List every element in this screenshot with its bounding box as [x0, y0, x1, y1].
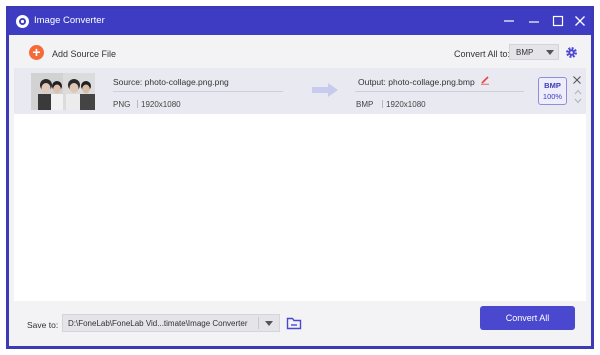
convert-all-button[interactable]: Convert All — [480, 306, 575, 330]
save-path-value: D:\FoneLab\FoneLab Vid...timate\Image Co… — [68, 319, 248, 328]
close-icon[interactable] — [572, 13, 588, 29]
source-resolution-value: 1920x1080 — [141, 100, 181, 109]
output-divider — [355, 91, 524, 92]
file-thumbnail — [31, 73, 95, 110]
folder-icon[interactable] — [286, 315, 302, 331]
file-row[interactable]: Source: photo-collage.png.png PNG 1920x1… — [14, 68, 586, 114]
add-source-file-button[interactable]: Add Source File — [52, 49, 116, 59]
output-format: BMP — [356, 100, 374, 109]
toolbar: + Add Source File Convert All to: BMP — [9, 35, 591, 68]
output-resolution-value: 1920x1080 — [386, 100, 426, 109]
source-file-name: Source: photo-collage.png.png — [113, 77, 229, 87]
output-file-name: Output: photo-collage.png.bmp — [358, 77, 475, 87]
window-title: Image Converter — [34, 15, 105, 26]
source-divider — [113, 91, 283, 92]
arrow-right-icon — [312, 83, 338, 97]
separator — [382, 100, 383, 108]
separator — [137, 100, 138, 108]
convert-all-to-label: Convert All to: — [454, 49, 511, 59]
output-format-badge[interactable]: BMP 100% — [538, 77, 567, 105]
minimize-icon[interactable] — [526, 13, 542, 29]
plus-circle-icon[interactable]: + — [29, 45, 44, 60]
source-resolution: 1920x1080 — [134, 100, 181, 109]
file-list: Source: photo-collage.png.png PNG 1920x1… — [14, 68, 586, 301]
badge-quality: 100% — [542, 92, 563, 101]
app-window: Image Converter + Add Source File Conver… — [6, 6, 594, 349]
convert-all-format-select[interactable]: BMP — [509, 44, 559, 60]
screen: Image Converter + Add Source File Conver… — [0, 0, 600, 355]
chevron-down-icon — [546, 50, 554, 55]
convert-all-format-value: BMP — [516, 48, 534, 57]
title-bar: Image Converter — [9, 9, 591, 35]
gear-icon[interactable] — [565, 46, 578, 59]
save-to-label: Save to: — [27, 320, 59, 330]
chevron-down-icon[interactable] — [574, 98, 582, 104]
bottom-bar: Save to: D:\FoneLab\FoneLab Vid...timate… — [9, 301, 591, 346]
thumbnail-image — [31, 73, 95, 110]
close-icon[interactable] — [572, 75, 582, 85]
app-logo-icon — [16, 15, 29, 28]
pencil-icon[interactable] — [480, 75, 490, 85]
badge-format: BMP — [544, 81, 561, 90]
menu-icon[interactable] — [501, 13, 517, 29]
save-path-select[interactable]: D:\FoneLab\FoneLab Vid...timate\Image Co… — [62, 314, 280, 332]
path-divider — [258, 317, 259, 329]
chevron-down-icon[interactable] — [265, 321, 273, 326]
output-resolution: 1920x1080 — [379, 100, 426, 109]
chevron-up-icon[interactable] — [574, 89, 582, 95]
source-format: PNG — [113, 100, 131, 109]
maximize-icon[interactable] — [550, 13, 566, 29]
